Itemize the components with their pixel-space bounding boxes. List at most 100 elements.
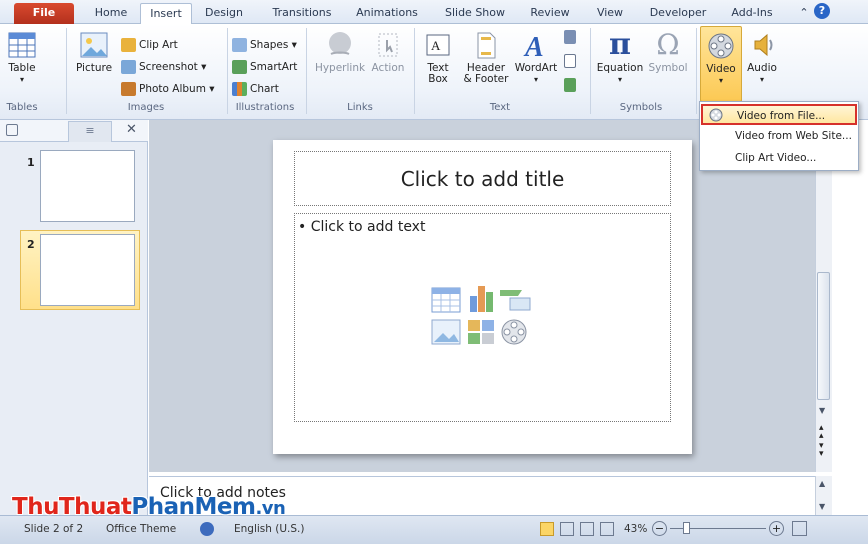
- language-status[interactable]: English (U.S.): [234, 523, 304, 535]
- tab-review[interactable]: Review: [524, 4, 576, 24]
- slide-count-status: Slide 2 of 2: [24, 523, 84, 535]
- tab-transitions[interactable]: Transitions: [262, 4, 342, 24]
- reading-view-icon[interactable]: [580, 522, 594, 536]
- group-label-links: Links: [347, 102, 373, 113]
- notes-scrollbar[interactable]: ▲ ▼: [815, 476, 832, 515]
- insert-picture-icon[interactable]: [431, 319, 461, 345]
- shapes-button[interactable]: Shapes ▾: [232, 36, 297, 54]
- minimize-ribbon-icon[interactable]: ⌃: [796, 4, 812, 24]
- zoom-in-icon[interactable]: +: [769, 521, 784, 536]
- object-icon[interactable]: [564, 76, 580, 94]
- next-slide-icon[interactable]: ▾ ▾: [819, 442, 824, 459]
- text-box-label-2: Box: [428, 73, 448, 85]
- action-button[interactable]: Action: [368, 30, 408, 74]
- tab-file[interactable]: File: [14, 3, 74, 24]
- text-box-button[interactable]: A Text Box: [418, 30, 458, 85]
- notes-scroll-down-icon[interactable]: ▼: [819, 502, 825, 511]
- chart-button[interactable]: Chart: [232, 80, 279, 98]
- tab-view[interactable]: View: [588, 4, 632, 24]
- audio-button[interactable]: Audio ▾: [744, 30, 780, 85]
- insert-smartart-icon[interactable]: [500, 290, 531, 311]
- tab-design[interactable]: Design: [198, 4, 250, 24]
- content-placeholder-text: • Click to add text: [298, 219, 426, 235]
- insert-clip-art-icon[interactable]: [468, 320, 494, 344]
- menu-item-clip-art-video[interactable]: Clip Art Video...: [701, 148, 857, 169]
- spell-check-icon[interactable]: [200, 522, 214, 536]
- action-label: Action: [371, 62, 405, 74]
- smartart-label: SmartArt: [250, 61, 298, 73]
- wordart-label: WordArt: [514, 62, 558, 74]
- smartart-button[interactable]: SmartArt: [232, 58, 297, 76]
- watermark-logo: ThuThuatPhanMem.vn: [12, 494, 286, 520]
- group-label-images: Images: [127, 102, 165, 113]
- tab-insert[interactable]: Insert: [140, 3, 192, 25]
- picture-icon: [80, 32, 108, 58]
- video-button[interactable]: Video ▾: [700, 26, 742, 102]
- close-pane-icon[interactable]: ✕: [126, 122, 137, 137]
- tab-developer[interactable]: Developer: [645, 4, 711, 24]
- current-slide: Click to add title • Click to add text: [273, 140, 692, 454]
- content-placeholder[interactable]: • Click to add text: [294, 213, 671, 422]
- photo-album-icon: [121, 82, 136, 96]
- zoom-out-icon[interactable]: −: [652, 521, 667, 536]
- scroll-down-icon[interactable]: ▼: [819, 406, 825, 415]
- film-reel-icon: [708, 33, 734, 59]
- group-separator: [66, 28, 67, 114]
- screenshot-button[interactable]: Screenshot ▾: [121, 58, 206, 76]
- scroll-thumb[interactable]: [817, 272, 830, 400]
- wordart-icon: A: [523, 32, 544, 60]
- screenshot-icon: [121, 60, 136, 74]
- speaker-icon: [754, 33, 773, 57]
- signature-line-icon[interactable]: [564, 28, 580, 46]
- menu-item-video-from-web-site[interactable]: Video from Web Site...: [701, 126, 857, 147]
- hyperlink-icon: [329, 32, 351, 55]
- zoom-slider-thumb[interactable]: [683, 522, 690, 534]
- slide-show-view-icon[interactable]: [600, 522, 614, 536]
- video-label: Video: [706, 63, 736, 75]
- notes-scroll-up-icon[interactable]: ▲: [819, 479, 825, 488]
- insert-table-icon[interactable]: [431, 287, 461, 313]
- slide-sorter-icon[interactable]: [560, 522, 574, 536]
- slide-number-icon[interactable]: [564, 52, 580, 70]
- clip-art-button[interactable]: Clip Art: [121, 36, 178, 54]
- help-icon[interactable]: ?: [814, 3, 830, 19]
- previous-slide-icon[interactable]: ▴ ▴: [819, 424, 824, 441]
- equation-button[interactable]: π Equation ▾: [594, 30, 646, 85]
- photo-album-button[interactable]: Photo Album ▾: [121, 80, 215, 98]
- title-placeholder[interactable]: Click to add title: [294, 151, 671, 206]
- tab-slide-show[interactable]: Slide Show: [438, 4, 512, 24]
- menu-item-video-from-file[interactable]: Video from File...: [701, 104, 857, 125]
- table-button[interactable]: Table ▾: [2, 30, 42, 85]
- outline-tab-icon[interactable]: ≡: [68, 121, 112, 142]
- svg-text:A: A: [523, 32, 544, 60]
- video-dropdown-menu: Video from File... Video from Web Site..…: [699, 101, 859, 171]
- fit-to-window-icon[interactable]: [792, 521, 807, 536]
- zoom-level[interactable]: 43%: [624, 523, 647, 535]
- film-reel-icon: [709, 108, 723, 122]
- vertical-scrollbar[interactable]: ▼ ▴ ▴ ▾ ▾: [815, 120, 832, 472]
- slide-thumbnail-2[interactable]: [40, 234, 135, 306]
- picture-label: Picture: [75, 62, 113, 74]
- action-icon: [378, 33, 398, 57]
- normal-view-icon[interactable]: [540, 522, 554, 536]
- slide-thumbnail-1[interactable]: [40, 150, 135, 222]
- group-separator: [414, 28, 415, 114]
- wordart-button[interactable]: A WordArt ▾: [512, 30, 560, 85]
- slides-tab-icon[interactable]: [6, 124, 18, 136]
- insert-media-icon[interactable]: [501, 319, 527, 345]
- tab-animations[interactable]: Animations: [349, 4, 425, 24]
- group-separator: [696, 28, 697, 114]
- tab-add-ins[interactable]: Add-Ins: [723, 4, 781, 24]
- omega-icon: Ω: [656, 28, 680, 61]
- insert-chart-icon[interactable]: [470, 286, 493, 312]
- picture-button[interactable]: Picture: [72, 30, 116, 74]
- hyperlink-button[interactable]: Hyperlink: [312, 30, 368, 74]
- header-footer-button[interactable]: Header & Footer: [460, 30, 512, 85]
- smartart-icon: [232, 60, 247, 74]
- screenshot-label: Screenshot ▾: [139, 61, 207, 73]
- symbol-button[interactable]: Ω Symbol: [646, 30, 690, 74]
- tab-home[interactable]: Home: [86, 4, 136, 24]
- slides-pane: 1 2: [0, 120, 148, 515]
- clip-art-icon: [121, 38, 136, 52]
- group-label-tables: Tables: [6, 102, 38, 113]
